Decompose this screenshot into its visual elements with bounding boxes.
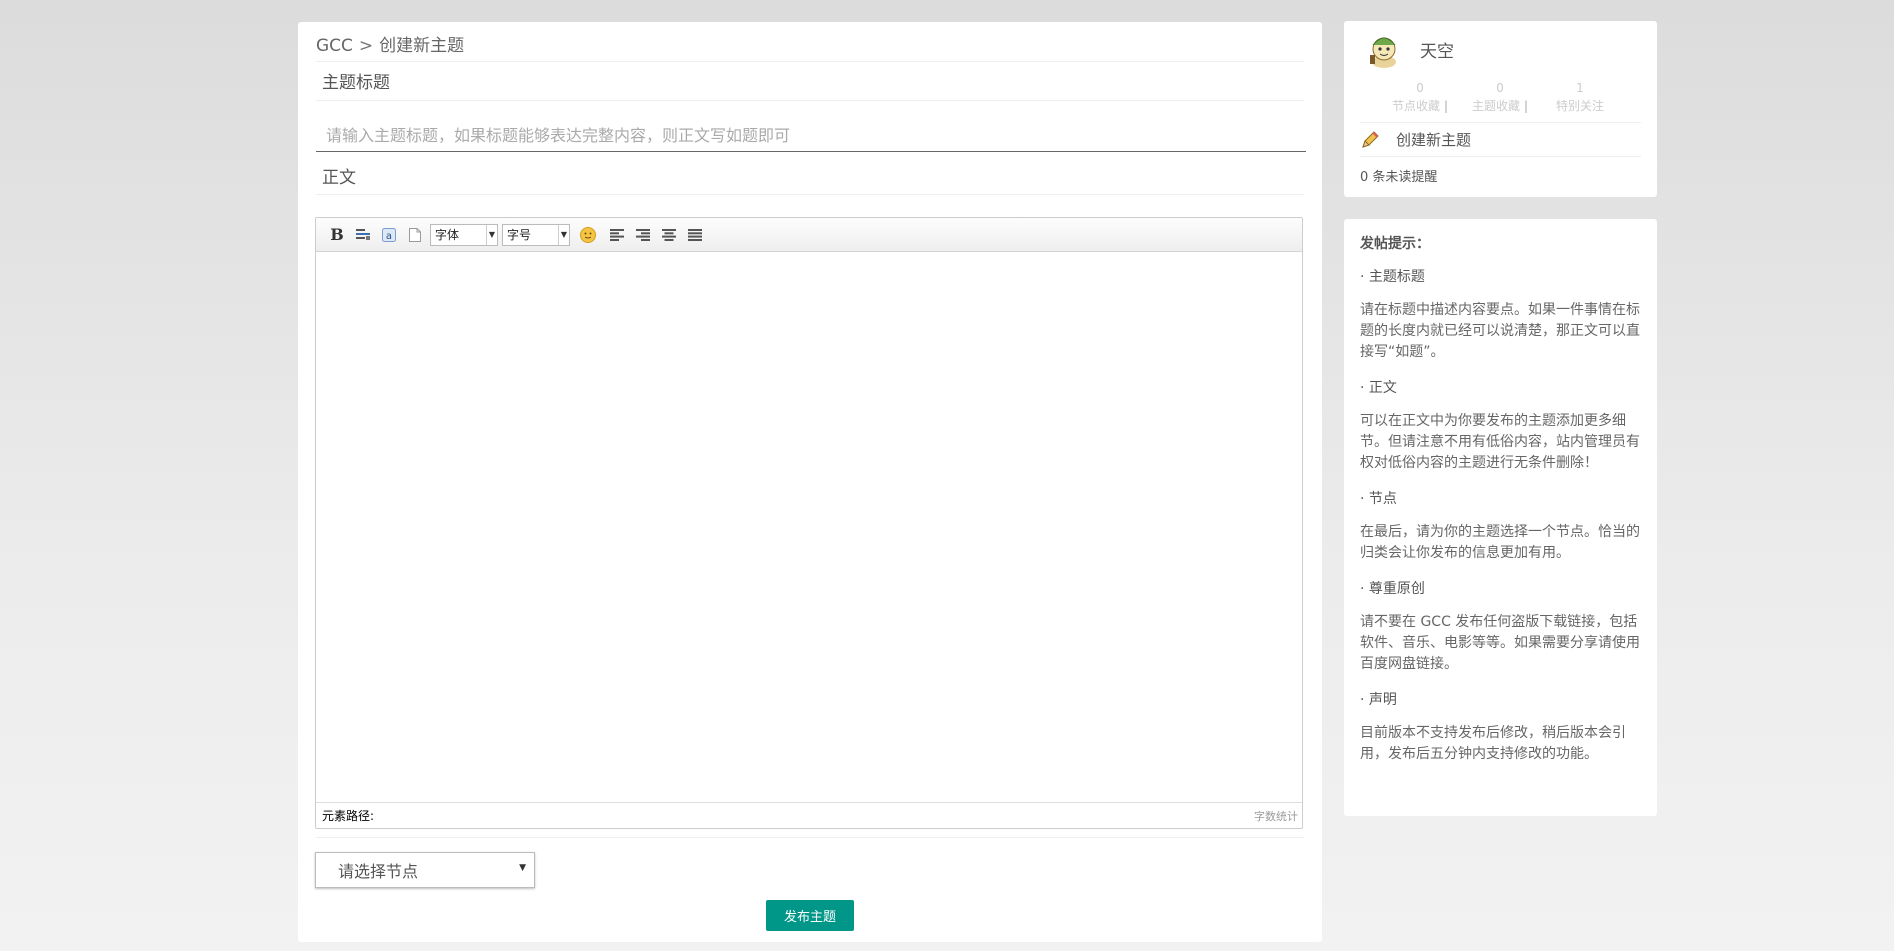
stat-label: 主题收藏 (1471, 99, 1520, 113)
tip-body: 在最后，请为你的主题选择一个节点。恰当的归类会让你发布的信息更加有用。 (1360, 524, 1640, 561)
align-left-icon[interactable] (606, 224, 628, 246)
divider (316, 61, 1304, 62)
align-center-icon[interactable] (658, 224, 680, 246)
stat-special-follow[interactable]: 1 特别关注 (1540, 79, 1620, 115)
stat-value: 1 (1576, 81, 1584, 95)
user-stats: 0 节点收藏 | 0 主题收藏 | 1 特别关注 (1380, 79, 1620, 115)
posting-tips-panel: 发帖提示： · 主题标题 请在标题中描述内容要点。如果一件事情在标题的长度内就已… (1344, 219, 1657, 816)
divider (1360, 122, 1641, 123)
breadcrumb-separator: > (358, 36, 374, 56)
chevron-down-icon: ▼ (519, 863, 526, 873)
create-topic-link[interactable]: 创建新主题 (1360, 129, 1471, 150)
unread-notifications-link[interactable]: 0 条未读提醒 (1360, 166, 1437, 185)
tip-body: 可以在正文中为你要发布的主题添加更多细节。但请注意不用有低俗内容，站内管理员有权… (1360, 413, 1640, 471)
new-topic-panel: GCC>创建新主题 主题标题 正文 B a 字体 ▼ 字号 ▼ (298, 22, 1322, 942)
emoji-icon[interactable] (580, 226, 596, 243)
word-count-label: 字数统计 (1254, 809, 1298, 823)
stat-value: 0 (1496, 81, 1504, 95)
tip-title: · 正文 (1360, 380, 1397, 396)
title-input[interactable] (316, 120, 1306, 152)
editor-toolbar: B a 字体 ▼ 字号 ▼ (316, 218, 1302, 252)
stat-topic-favorites[interactable]: 0 主题收藏 | (1460, 79, 1540, 115)
node-select[interactable]: 请选择节点 ▼ (315, 852, 535, 888)
breadcrumb-home-link[interactable]: GCC (316, 36, 353, 56)
breadcrumb: GCC > 创建新主题 (316, 30, 464, 62)
divider (316, 837, 1304, 838)
stat-label: 特别关注 (1555, 99, 1604, 113)
divider (316, 194, 1304, 195)
font-size-value: 字号 (507, 228, 532, 242)
font-family-value: 字体 (435, 228, 460, 242)
tip-body: 目前版本不支持发布后修改，稍后版本会引用，发布后五分钟内支持修改的功能。 (1360, 725, 1626, 762)
divider (316, 100, 1304, 101)
tip-title: · 声明 (1360, 692, 1397, 708)
pencil-icon (1360, 130, 1380, 150)
bold-icon[interactable]: B (326, 224, 348, 246)
user-panel: 天空 0 节点收藏 | 0 主题收藏 | 1 特别关注 创建新主题 0 条未读提醒 (1344, 21, 1657, 197)
node-select-value: 请选择节点 (338, 862, 419, 881)
chevron-down-icon: ▼ (486, 224, 497, 245)
stat-node-favorites[interactable]: 0 节点收藏 | (1380, 79, 1460, 115)
chevron-down-icon: ▼ (558, 224, 569, 245)
font-size-select[interactable]: 字号 ▼ (502, 223, 570, 246)
tips-heading: 发帖提示： (1360, 236, 1430, 252)
stat-label: 节点收藏 (1391, 99, 1440, 113)
avatar[interactable] (1364, 29, 1404, 69)
publish-button[interactable]: 发布主题 (766, 900, 854, 931)
divider (1360, 156, 1641, 157)
element-path-label: 元素路径: (322, 809, 375, 823)
tip-title: · 主题标题 (1360, 269, 1425, 285)
stat-value: 0 (1416, 81, 1424, 95)
tip-title: · 尊重原创 (1360, 581, 1425, 597)
font-family-select[interactable]: 字体 ▼ (430, 223, 498, 246)
align-right-icon[interactable] (632, 224, 654, 246)
svg-text:a: a (386, 231, 392, 242)
username[interactable]: 天空 (1420, 37, 1454, 62)
tip-body: 请不要在 GCC 发布任何盗版下载链接，包括软件、音乐、电影等等。如果需要分享请… (1360, 614, 1640, 672)
title-label: 主题标题 (322, 73, 390, 93)
align-justify-icon[interactable] (684, 224, 706, 246)
stat-separator: | (1443, 99, 1449, 113)
stat-separator: | (1523, 99, 1529, 113)
link-icon[interactable]: a (378, 224, 400, 246)
rich-text-editor: B a 字体 ▼ 字号 ▼ 元素路径: 字数统计 (315, 217, 1303, 829)
body-label: 正文 (322, 168, 356, 188)
tip-body: 请在标题中描述内容要点。如果一件事情在标题的长度内就已经可以说清楚，那正文可以直… (1360, 302, 1640, 360)
editor-statusbar: 元素路径: 字数统计 (316, 802, 1302, 828)
breadcrumb-current: 创建新主题 (379, 36, 465, 56)
create-topic-label: 创建新主题 (1396, 131, 1472, 149)
insert-code-icon[interactable] (352, 224, 374, 246)
editor-content-area[interactable] (316, 252, 1302, 802)
page-icon[interactable] (404, 224, 426, 246)
tip-title: · 节点 (1360, 491, 1397, 507)
